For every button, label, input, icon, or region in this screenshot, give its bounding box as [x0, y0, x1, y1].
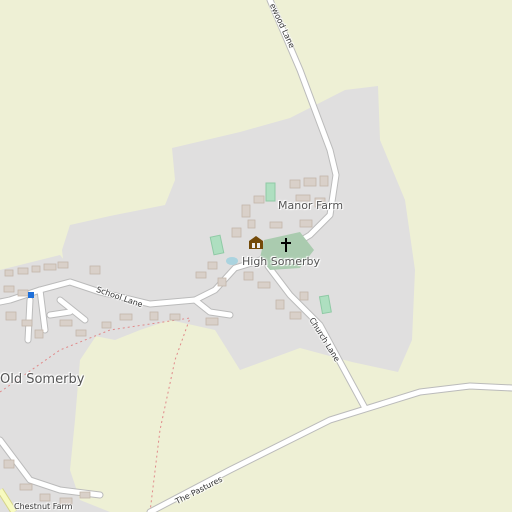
- green-plot: [265, 182, 276, 202]
- place-label-high-somerby: High Somerby: [242, 255, 320, 268]
- place-label-chestnut-farm: Chestnut Farm: [14, 502, 73, 511]
- map-canvas[interactable]: ewood Lane Manor Farm High Somerby Schoo…: [0, 0, 512, 512]
- place-label-old-somerby: Old Somerby: [0, 372, 85, 387]
- pond: [226, 257, 238, 265]
- bus-stop-icon: [28, 292, 34, 298]
- place-label-manor-farm: Manor Farm: [278, 199, 344, 212]
